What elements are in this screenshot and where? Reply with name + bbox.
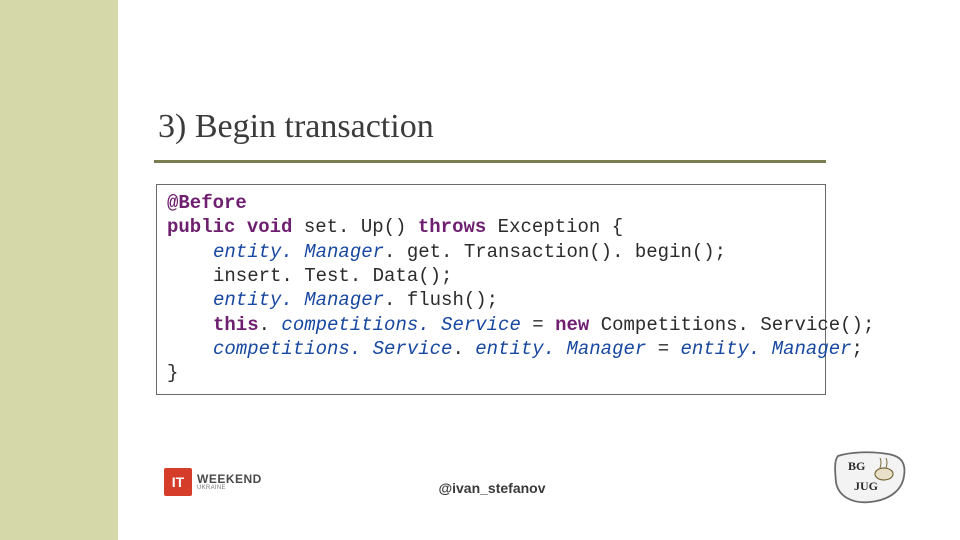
code-text: . — [452, 338, 475, 360]
code-text: ; — [852, 338, 863, 360]
keyword-void: void — [247, 216, 293, 238]
slide-title: 3) Begin transaction — [158, 108, 434, 146]
code-block: @Before public void set. Up() throws Exc… — [156, 184, 826, 395]
code-line-7: competitions. Service. entity. Manager =… — [167, 337, 815, 361]
svg-text:BG: BG — [848, 459, 865, 473]
code-line-6: this. competitions. Service = new Compet… — [167, 313, 815, 337]
sidebar-decoration — [0, 0, 118, 540]
code-line-1: @Before — [167, 191, 815, 215]
code-ident: entity. Manager — [213, 241, 384, 263]
keyword-throws: throws — [418, 216, 486, 238]
keyword-before: @Before — [167, 192, 247, 214]
code-line-8: } — [167, 361, 815, 385]
code-text: = — [646, 338, 680, 360]
keyword-new: new — [555, 314, 589, 336]
sidebar-divider — [118, 0, 124, 540]
code-line-5: entity. Manager. flush(); — [167, 288, 815, 312]
footer: @ivan_stefanov — [156, 466, 828, 510]
code-text: . get. Transaction(). begin(); — [384, 241, 726, 263]
title-underline — [154, 160, 826, 163]
code-text: set. Up() — [292, 216, 417, 238]
keyword-public: public — [167, 216, 235, 238]
code-text: . — [259, 314, 282, 336]
code-line-4: insert. Test. Data(); — [167, 264, 815, 288]
code-text: insert. Test. Data(); — [213, 265, 452, 287]
code-text: . flush(); — [384, 289, 498, 311]
code-text: } — [167, 362, 178, 384]
code-ident: competitions. Service — [281, 314, 520, 336]
code-line-3: entity. Manager. get. Transaction(). beg… — [167, 240, 815, 264]
code-text: Exception { — [486, 216, 623, 238]
code-ident: entity. Manager — [213, 289, 384, 311]
code-ident: competitions. Service — [213, 338, 452, 360]
code-line-2: public void set. Up() throws Exception { — [167, 215, 815, 239]
logo-bg-jug: BG JUG — [830, 450, 910, 506]
code-text: = — [521, 314, 555, 336]
code-text: Competitions. Service(); — [589, 314, 874, 336]
keyword-this: this — [213, 314, 259, 336]
svg-text:JUG: JUG — [854, 479, 878, 493]
code-ident: entity. Manager — [475, 338, 646, 360]
code-ident: entity. Manager — [681, 338, 852, 360]
footer-handle: @ivan_stefanov — [438, 480, 545, 496]
